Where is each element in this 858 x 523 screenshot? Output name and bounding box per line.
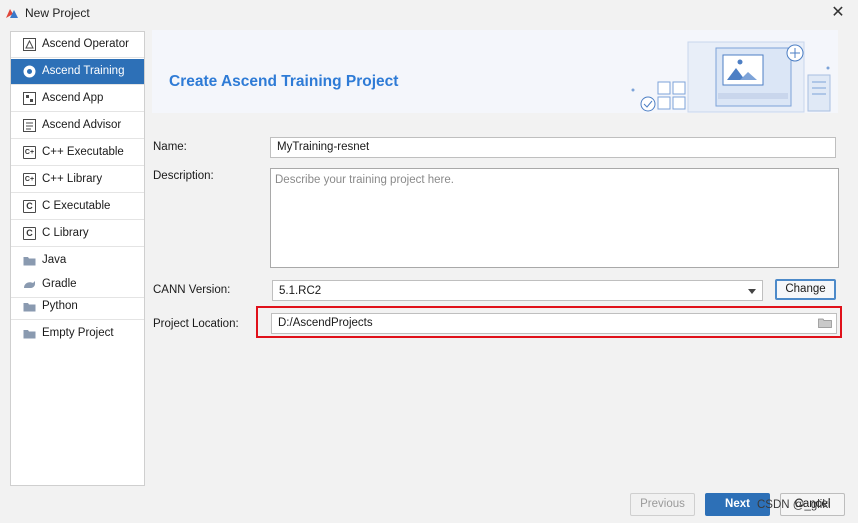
sidebar-item-label: Python — [42, 300, 78, 312]
chevron-down-icon — [748, 289, 756, 294]
watermark-text: CSDN @_gliki — [757, 499, 831, 511]
empty-project-icon — [23, 330, 36, 339]
previous-button[interactable]: Previous — [630, 493, 695, 516]
cpp-library-icon: C+ — [23, 173, 36, 186]
sidebar-item-empty-project[interactable]: Empty Project — [11, 321, 144, 347]
sidebar-item-label: Java — [42, 254, 67, 266]
c-executable-icon: C — [23, 200, 36, 213]
training-illustration-icon — [631, 41, 831, 113]
project-type-list: Ascend Operator Ascend Training Ascend A… — [10, 31, 145, 486]
sidebar-item-cpp-library[interactable]: C+ C++ Library — [11, 167, 144, 193]
description-field[interactable]: Describe your training project here. — [270, 168, 839, 268]
sidebar-item-label: Ascend App — [42, 92, 104, 104]
ascend-advisor-icon — [23, 119, 36, 132]
cpp-executable-icon: C+ — [23, 146, 36, 159]
sidebar-item-ascend-operator[interactable]: Ascend Operator — [11, 32, 144, 58]
ascend-operator-icon — [23, 38, 36, 51]
name-label: Name: — [153, 141, 187, 153]
sidebar-item-label: Empty Project — [42, 327, 114, 339]
sidebar-item-label: Ascend Advisor — [42, 119, 122, 131]
sidebar-item-c-library[interactable]: C C Library — [11, 221, 144, 247]
sidebar-item-ascend-training[interactable]: Ascend Training — [11, 59, 144, 85]
cann-version-value: 5.1.RC2 — [279, 285, 322, 297]
project-location-label: Project Location: — [153, 318, 239, 330]
cann-version-label: CANN Version: — [153, 284, 231, 296]
header-banner: Create Ascend Training Project — [152, 30, 838, 113]
sidebar-item-label: C Executable — [42, 200, 111, 212]
sidebar-item-label: Ascend Training — [42, 65, 125, 77]
sidebar-item-label: Gradle — [42, 278, 77, 290]
folder-browse-icon[interactable] — [818, 318, 832, 328]
sidebar-item-c-executable[interactable]: C C Executable — [11, 194, 144, 220]
project-location-field[interactable]: D:/AscendProjects — [271, 313, 837, 334]
close-icon[interactable]: ✕ — [829, 4, 847, 22]
window-title: New Project — [25, 6, 90, 20]
gradle-icon — [24, 281, 35, 288]
sidebar-item-ascend-app[interactable]: Ascend App — [11, 86, 144, 112]
ascend-training-icon — [23, 65, 36, 78]
cann-version-select[interactable]: 5.1.RC2 — [272, 280, 763, 301]
sidebar-item-label: C++ Executable — [42, 146, 124, 158]
java-folder-icon — [23, 257, 36, 266]
title-bar: New Project ✕ — [0, 0, 858, 27]
sidebar-item-cpp-executable[interactable]: C+ C++ Executable — [11, 140, 144, 166]
sidebar-item-java[interactable]: Java — [11, 248, 144, 274]
sidebar-item-label: Ascend Operator — [42, 38, 129, 50]
app-logo-icon — [6, 9, 18, 18]
c-library-icon: C — [23, 227, 36, 240]
description-label: Description: — [153, 170, 214, 182]
page-title: Create Ascend Training Project — [169, 73, 399, 90]
ascend-app-icon — [23, 92, 36, 105]
name-field[interactable]: MyTraining-resnet — [270, 137, 836, 158]
sidebar-item-label: C++ Library — [42, 173, 103, 185]
sidebar-item-ascend-advisor[interactable]: Ascend Advisor — [11, 113, 144, 139]
python-icon — [23, 303, 36, 312]
sidebar-item-python[interactable]: Python — [11, 294, 144, 320]
change-button[interactable]: Change — [775, 279, 836, 300]
sidebar-item-label: C Library — [42, 227, 89, 239]
